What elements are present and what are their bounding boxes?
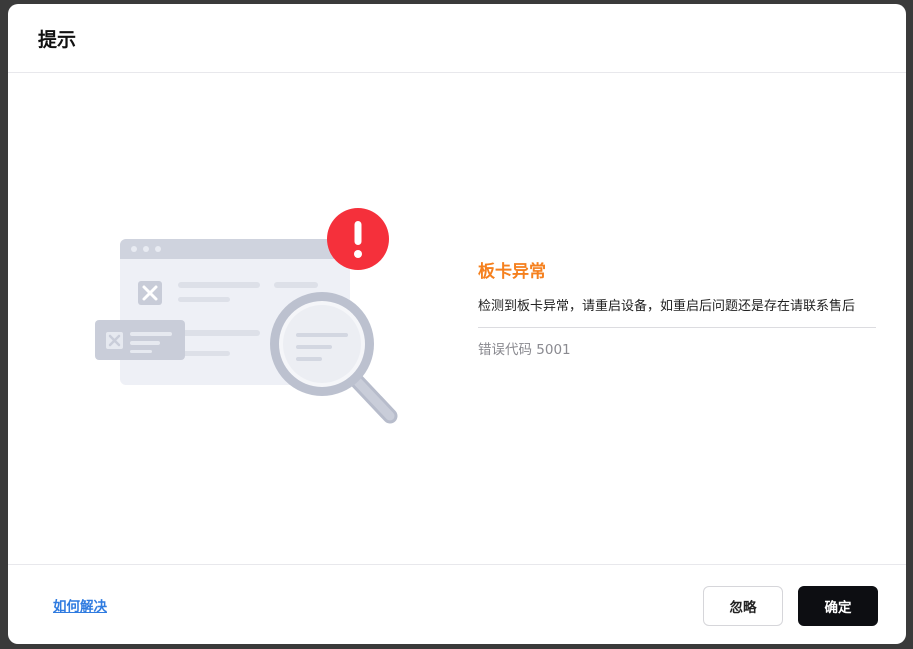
alert-badge-icon <box>327 208 389 270</box>
confirm-button[interactable]: 确定 <box>798 586 878 626</box>
magnifier-icon <box>270 292 398 424</box>
how-to-resolve-link[interactable]: 如何解决 <box>53 595 107 615</box>
ignore-button[interactable]: 忽略 <box>703 586 783 626</box>
illustration-svg <box>95 208 398 424</box>
error-title: 板卡异常 <box>478 262 546 282</box>
alert-dialog: 提示 板卡异常 检测到板卡异常，请重启设备，如重启后问题还是存在请联系售后 错误… <box>8 4 906 644</box>
error-info: 板卡异常 检测到板卡异常，请重启设备，如重启后问题还是存在请联系售后 错误代码 … <box>478 260 878 360</box>
dialog-title: 提示 <box>38 28 77 51</box>
error-code: 错误代码 5001 <box>478 342 571 358</box>
error-illustration <box>88 204 408 434</box>
error-description: 检测到板卡异常，请重启设备，如重启后问题还是存在请联系售后 <box>478 296 876 328</box>
dialog-body: 板卡异常 检测到板卡异常，请重启设备，如重启后问题还是存在请联系售后 错误代码 … <box>8 74 906 564</box>
dialog-header: 提示 <box>8 4 906 73</box>
error-card-icon <box>95 320 185 360</box>
dialog-footer: 如何解决 忽略 确定 <box>8 564 906 644</box>
